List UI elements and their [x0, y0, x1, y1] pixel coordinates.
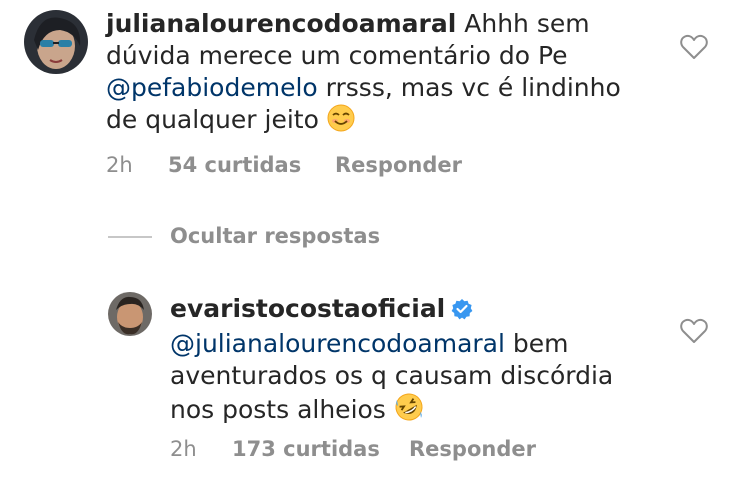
like-heart-icon[interactable] — [680, 318, 708, 344]
username[interactable]: evaristocostaoficial — [170, 294, 445, 323]
mention-link[interactable]: @julianalourencodoamaral — [170, 329, 505, 358]
username[interactable]: julianalourencodoamaral — [106, 9, 456, 38]
avatar[interactable] — [108, 292, 152, 336]
reply-button[interactable]: Responder — [335, 153, 462, 177]
likes-count[interactable]: 54 curtidas — [168, 153, 301, 177]
comment-text: evaristocostaoficial @julianalourencodoa… — [170, 293, 690, 430]
reply-button[interactable]: Responder — [409, 437, 536, 461]
verified-badge-icon — [451, 296, 473, 328]
smiling-face-icon — [327, 104, 355, 140]
timestamp: 2h — [170, 437, 197, 461]
comment-meta: 2h 173 curtidas Responder — [170, 437, 570, 465]
like-heart-icon[interactable] — [680, 34, 708, 60]
comment-text: julianalourencodoamaral Ahhh sem dúvida … — [106, 8, 666, 140]
hide-replies-button[interactable]: Ocultar respostas — [170, 224, 380, 248]
rolling-laughing-face-icon — [394, 392, 424, 430]
timestamp: 2h — [106, 153, 133, 177]
likes-count[interactable]: 173 curtidas — [232, 437, 380, 461]
mention-link[interactable]: @pefabiodemelo — [106, 73, 318, 102]
comment-meta: 2h 54 curtidas Responder — [106, 153, 506, 181]
avatar[interactable] — [24, 10, 88, 74]
divider-line — [108, 236, 152, 238]
